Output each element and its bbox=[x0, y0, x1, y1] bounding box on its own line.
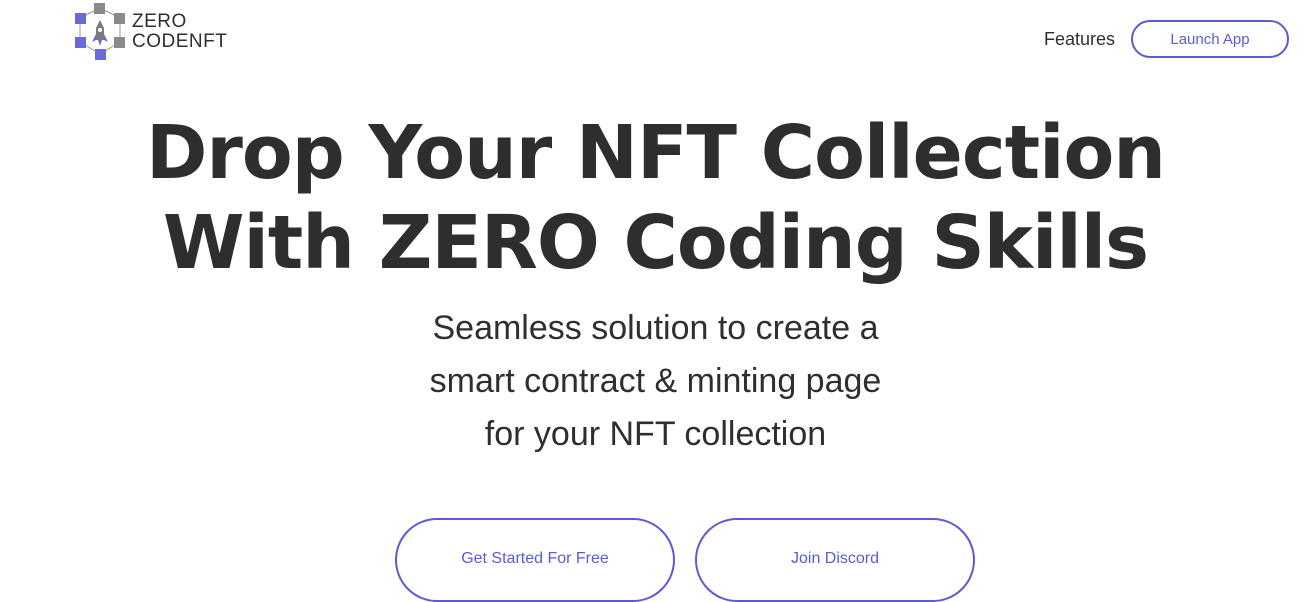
hero-subtitle: Seamless solution to create a smart cont… bbox=[0, 302, 1311, 461]
brand-wordmark: ZERO CODENFT bbox=[132, 12, 227, 52]
hero-subtitle-line-1: Seamless solution to create a bbox=[432, 309, 879, 347]
hero-subtitle-line-2: smart contract & minting page bbox=[429, 362, 882, 400]
launch-app-button[interactable]: Launch App bbox=[1131, 20, 1289, 58]
get-started-button[interactable]: Get Started For Free bbox=[395, 518, 675, 602]
hero-subtitle-line-3: for your NFT collection bbox=[484, 415, 827, 453]
rocket-cubes-logo-icon bbox=[75, 3, 125, 60]
get-started-label: Get Started For Free bbox=[461, 550, 609, 567]
brand-line-2: CODENFT bbox=[132, 31, 228, 52]
nav-features-link[interactable]: Features bbox=[1044, 29, 1115, 50]
join-discord-button[interactable]: Join Discord bbox=[695, 518, 975, 602]
top-nav: Features Launch App bbox=[1044, 20, 1289, 58]
hero-title: Drop Your NFT Collection With ZERO Codin… bbox=[0, 108, 1311, 288]
brand-line-1: ZERO bbox=[132, 11, 187, 32]
hero-title-line-2: With ZERO Coding Skills bbox=[162, 200, 1149, 286]
join-discord-label: Join Discord bbox=[790, 550, 880, 567]
brand-logo[interactable]: ZERO CODENFT bbox=[72, 0, 232, 64]
hero-title-line-1: Drop Your NFT Collection bbox=[146, 110, 1166, 196]
